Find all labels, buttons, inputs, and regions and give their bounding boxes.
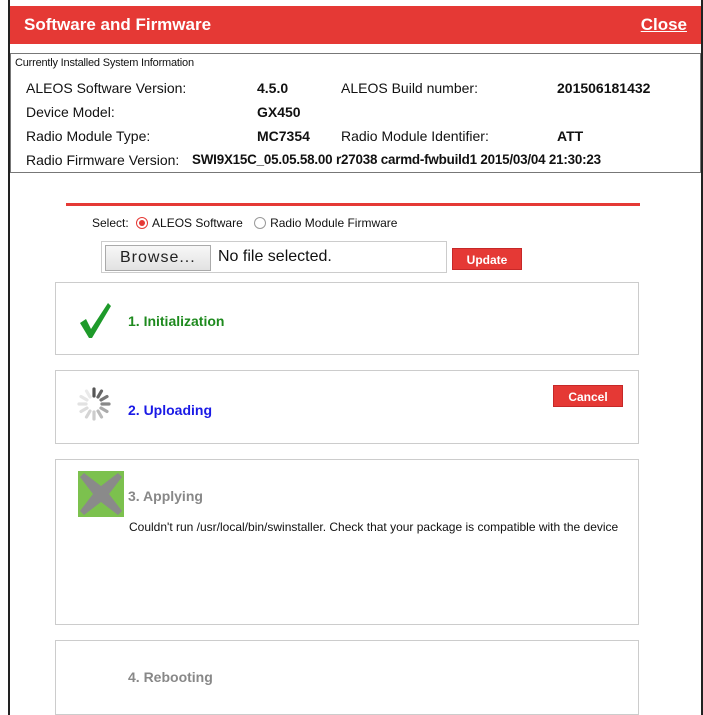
radio-module-firmware-label[interactable]: Radio Module Firmware: [270, 216, 397, 230]
radio-type-label: Radio Module Type:: [26, 128, 151, 144]
step-uploading-title: 2. Uploading: [128, 402, 212, 418]
file-chooser[interactable]: Browse... No file selected.: [101, 241, 447, 273]
system-info-panel: Currently Installed System Information A…: [10, 53, 701, 173]
dialog-title: Software and Firmware: [24, 15, 212, 34]
cancel-button[interactable]: Cancel: [553, 385, 623, 407]
step-initialization-title: 1. Initialization: [128, 313, 225, 329]
build-number-label: ALEOS Build number:: [341, 80, 478, 96]
applying-error-message: Couldn't run /usr/local/bin/swinstaller.…: [129, 520, 619, 534]
error-x-icon: [78, 471, 124, 522]
radio-module-firmware[interactable]: [254, 217, 267, 229]
device-model-label: Device Model:: [26, 104, 115, 120]
system-info-heading: Currently Installed System Information: [15, 57, 194, 69]
software-version-label: ALEOS Software Version:: [26, 80, 187, 96]
step-rebooting: 4. Rebooting: [55, 640, 639, 715]
browse-button[interactable]: Browse...: [105, 245, 211, 271]
update-button[interactable]: Update: [452, 248, 522, 270]
build-number-value: 201506181432: [557, 80, 651, 96]
checkmark-icon: [78, 301, 112, 344]
step-rebooting-title: 4. Rebooting: [128, 669, 213, 685]
device-model-value: GX450: [257, 104, 301, 120]
spinner-icon: [76, 386, 112, 427]
step-applying: 3. Applying Couldn't run /usr/local/bin/…: [55, 459, 639, 625]
section-divider: [66, 203, 640, 206]
radio-id-value: ATT: [557, 128, 584, 144]
step-initialization: 1. Initialization: [55, 282, 639, 355]
radio-fw-label: Radio Firmware Version:: [26, 152, 180, 168]
upload-type-selector: Select: ALEOS Software Radio Module Firm…: [92, 216, 397, 230]
dialog-titlebar: Software and Firmware Close: [10, 6, 701, 44]
radio-type-value: MC7354: [257, 128, 310, 144]
radio-aleos-software[interactable]: [136, 217, 149, 229]
close-link[interactable]: Close: [641, 15, 687, 35]
radio-id-label: Radio Module Identifier:: [341, 128, 489, 144]
radio-aleos-software-label[interactable]: ALEOS Software: [152, 216, 243, 230]
software-version-value: 4.5.0: [257, 80, 289, 96]
radio-fw-value: SWI9X15C_05.05.58.00 r27038 carmd-fwbuil…: [192, 152, 601, 167]
step-applying-title: 3. Applying: [128, 488, 203, 504]
step-uploading: 2. Uploading Cancel: [55, 370, 639, 444]
file-status-text: No file selected.: [218, 248, 332, 265]
select-label: Select:: [92, 216, 129, 230]
